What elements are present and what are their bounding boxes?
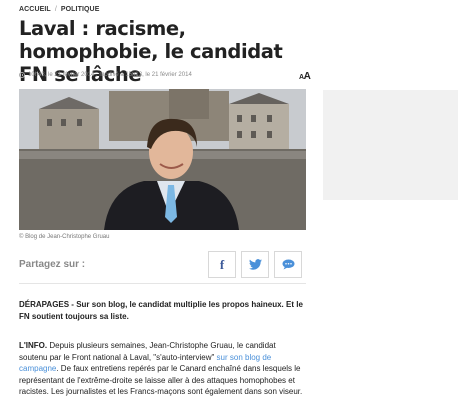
breadcrumb-section-link[interactable]: POLITIQUE bbox=[61, 6, 100, 13]
photo-caption: © Blog de Jean-Christophe Gruau bbox=[19, 234, 110, 240]
divider bbox=[19, 283, 306, 284]
article-body: L'INFO. Depuis plusieurs semaines, Jean-… bbox=[19, 340, 306, 398]
share-label: Partagez sur : bbox=[19, 259, 86, 270]
twitter-icon bbox=[248, 259, 262, 270]
breadcrumb-home-link[interactable]: ACCUEIL bbox=[19, 6, 51, 13]
ad-placeholder bbox=[323, 90, 458, 200]
twitter-share-button[interactable] bbox=[241, 251, 269, 278]
article-meta: 10h43, le 21 février 2014 , modifié à 15… bbox=[19, 72, 192, 78]
facebook-icon: f bbox=[219, 256, 225, 272]
body-lead: L'INFO. bbox=[19, 341, 48, 350]
clock-icon bbox=[19, 72, 25, 78]
font-size-button[interactable]: AA bbox=[299, 71, 311, 82]
breadcrumb: ACCUEIL / POLITIQUE bbox=[19, 6, 99, 13]
body-text-part-2: . De faux entretiens repérés par le Cana… bbox=[19, 364, 303, 396]
comment-icon bbox=[282, 259, 294, 270]
article-chapo: DÉRAPAGES - Sur son blog, le candidat mu… bbox=[19, 300, 303, 321]
publish-date: 10h43, le 21 février 2014 , modifié à 15… bbox=[28, 72, 192, 78]
font-size-large-label: A bbox=[303, 71, 311, 82]
facebook-share-button[interactable]: f bbox=[208, 251, 236, 278]
comment-share-button[interactable] bbox=[274, 251, 302, 278]
breadcrumb-separator: / bbox=[54, 6, 57, 13]
article-photo bbox=[19, 89, 306, 230]
